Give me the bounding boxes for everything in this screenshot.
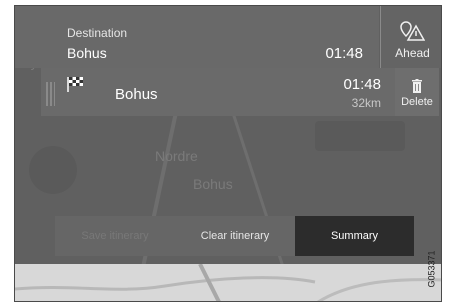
destination-label: Destination [67, 26, 128, 40]
nav-screen: eby Nordre Bohus Destination Bohus 01:48… [14, 5, 442, 302]
itinerary-destination-name: Bohus [115, 86, 158, 103]
itinerary-eta: 01:48 [343, 76, 381, 93]
checkered-flag-icon [67, 77, 83, 92]
map-unobscured-area [15, 263, 441, 301]
destination-name: Bohus [67, 45, 107, 61]
map-area [315, 121, 405, 151]
image-code-text: G053371 [426, 250, 437, 288]
map-roads-bottom [15, 263, 441, 301]
delete-label: Delete [401, 96, 433, 108]
itinerary-actions: Save itinerary Clear itinerary Summary [55, 216, 415, 256]
itinerary-row[interactable]: Bohus 01:48 32km Delete [41, 68, 439, 116]
itinerary-distance: 32km [351, 96, 381, 110]
destination-header[interactable]: Destination Bohus 01:48 [15, 6, 379, 68]
save-itinerary-button[interactable]: Save itinerary [55, 216, 175, 256]
clear-itinerary-button[interactable]: Clear itinerary [175, 216, 295, 256]
ahead-label: Ahead [395, 46, 430, 60]
delete-button[interactable]: Delete [395, 68, 439, 116]
image-code: G053371 [425, 250, 439, 290]
summary-button[interactable]: Summary [295, 216, 414, 256]
route-ahead-warning-icon [400, 21, 425, 41]
destination-eta: 01:48 [325, 45, 363, 62]
drag-handle-icon[interactable] [46, 82, 55, 106]
ahead-button[interactable]: Ahead [380, 6, 441, 68]
map-label: Bohus [193, 176, 233, 192]
map-area [29, 146, 77, 194]
map-label: Nordre [155, 148, 198, 164]
trash-icon [412, 79, 422, 93]
